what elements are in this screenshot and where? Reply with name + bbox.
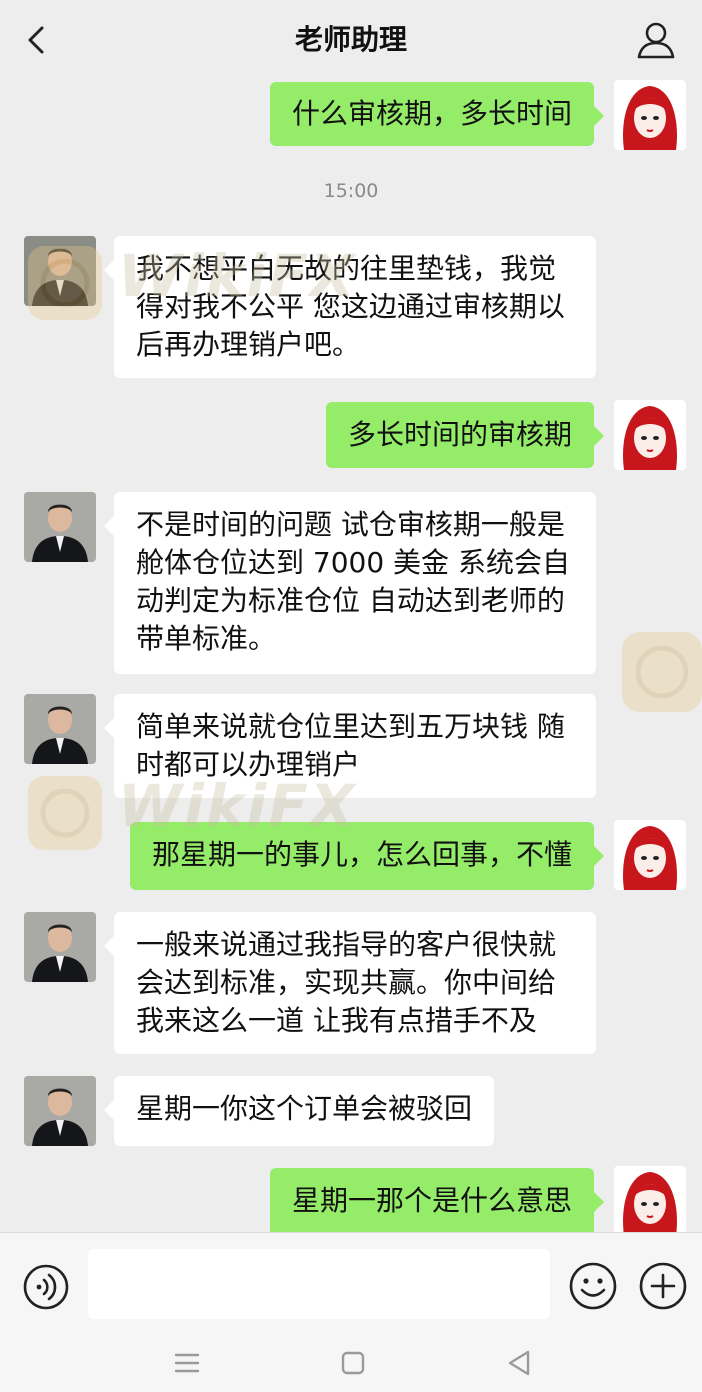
sender-avatar[interactable] — [24, 912, 96, 982]
message-text: 星期一你这个订单会被驳回 — [136, 1092, 473, 1125]
avatar-image — [24, 236, 96, 306]
more-options-plus-icon[interactable] — [638, 1261, 688, 1311]
sender-avatar[interactable] — [24, 1076, 96, 1146]
input-bar — [0, 1232, 702, 1336]
emoji-icon[interactable] — [568, 1261, 618, 1311]
my-avatar[interactable] — [614, 80, 686, 150]
recent-apps-menu-icon[interactable] — [172, 1346, 202, 1380]
avatar-image — [24, 912, 96, 982]
message-bubble-incoming: 我不想平白无故的往里垫钱，我觉得对我不公平 您这边通过审核期以后再办理销户吧。 — [104, 236, 596, 378]
home-square-icon[interactable] — [338, 1348, 368, 1378]
message-timestamp: 15:00 — [323, 180, 379, 202]
sender-avatar[interactable] — [24, 694, 96, 764]
message-input[interactable] — [88, 1249, 550, 1319]
my-avatar[interactable] — [614, 1166, 686, 1232]
chat-messages[interactable]: 什么审核期，多长时间 15:00 我不想平白无故的往里垫钱，我觉得对我不公平 您… — [0, 80, 702, 1232]
avatar-image — [614, 80, 686, 150]
message-bubble-outgoing: 多长时间的审核期 — [325, 402, 605, 468]
system-back-triangle-icon[interactable] — [504, 1346, 534, 1380]
message-text: 那星期一的事儿，怎么回事，不懂 — [151, 838, 572, 871]
sender-avatar[interactable] — [24, 492, 96, 562]
message-text: 多长时间的审核期 — [347, 418, 572, 451]
avatar-image — [614, 1166, 686, 1232]
avatar-image — [614, 820, 686, 890]
chat-title: 老师助理 — [294, 23, 407, 56]
avatar-image — [614, 400, 686, 470]
message-bubble-outgoing: 什么审核期，多长时间 — [269, 82, 605, 146]
message-bubble-incoming: 不是时间的问题 试仓审核期一般是舱体仓位达到 7000 美金 系统会自动判定为标… — [104, 492, 596, 674]
message-bubble-incoming: 一般来说通过我指导的客户很快就会达到标准，实现共赢。你中间给我来这么一道 让我有… — [104, 912, 596, 1054]
message-text: 星期一那个是什么意思 — [291, 1184, 572, 1217]
message-text: 我不想平白无故的往里垫钱，我觉得对我不公平 您这边通过审核期以后再办理销户吧。 — [136, 252, 565, 361]
avatar-image — [24, 492, 96, 562]
system-navigation-bar — [0, 1336, 702, 1392]
chat-header: 老师助理 — [0, 0, 702, 80]
sender-avatar[interactable] — [24, 236, 96, 306]
profile-icon[interactable] — [634, 20, 678, 60]
message-bubble-incoming: 简单来说就仓位里达到五万块钱 随时都可以办理销户 — [104, 694, 596, 798]
message-text: 什么审核期，多长时间 — [291, 97, 572, 130]
message-bubble-incoming: 星期一你这个订单会被驳回 — [103, 1076, 495, 1146]
avatar-image — [24, 694, 96, 764]
voice-input-icon[interactable] — [22, 1263, 70, 1311]
my-avatar[interactable] — [614, 400, 686, 470]
message-text: 一般来说通过我指导的客户很快就会达到标准，实现共赢。你中间给我来这么一道 让我有… — [136, 928, 557, 1037]
avatar-image — [24, 1076, 96, 1146]
my-avatar[interactable] — [614, 820, 686, 890]
message-text: 简单来说就仓位里达到五万块钱 随时都可以办理销户 — [136, 710, 565, 781]
message-text: 不是时间的问题 试仓审核期一般是舱体仓位达到 7000 美金 系统会自动判定为标… — [136, 508, 570, 655]
message-bubble-outgoing: 星期一那个是什么意思 — [269, 1168, 605, 1232]
message-bubble-outgoing: 那星期一的事儿，怎么回事，不懂 — [129, 822, 605, 890]
